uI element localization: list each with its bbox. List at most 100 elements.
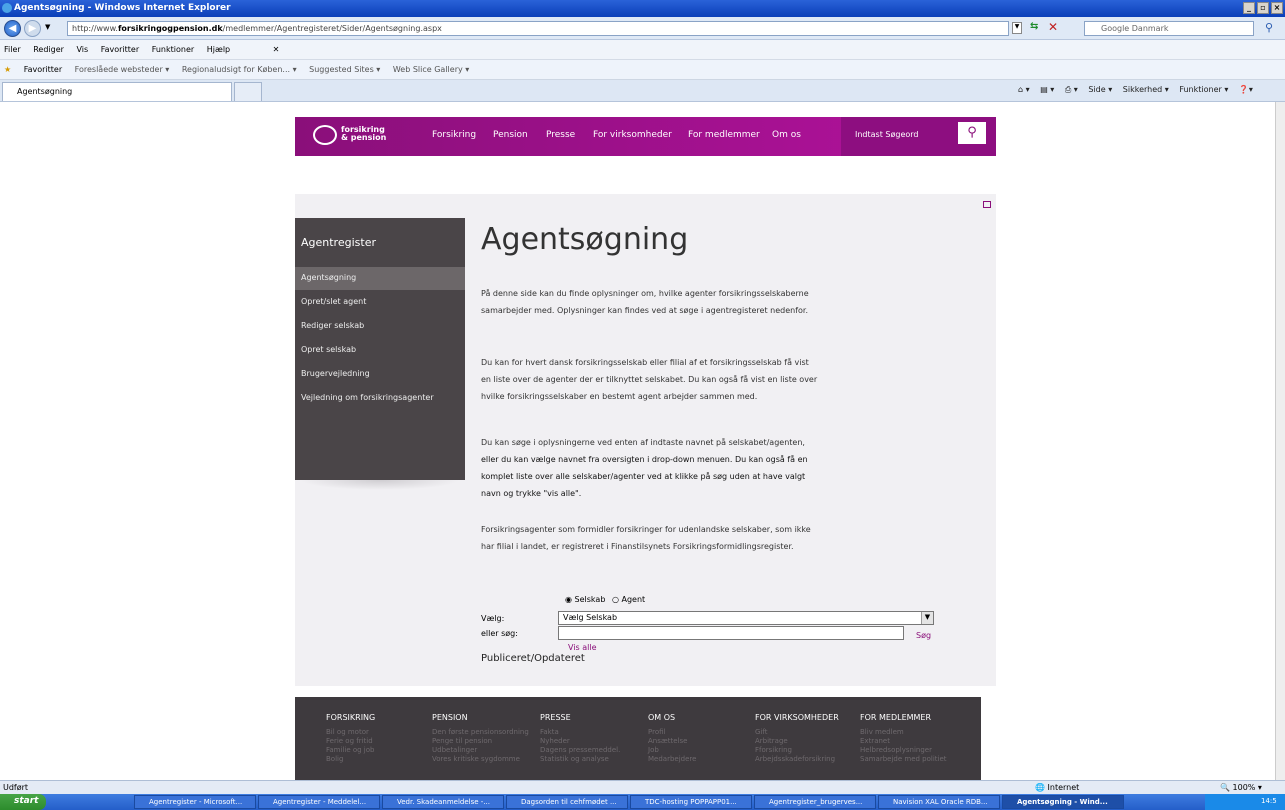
- menu-item-vis[interactable]: Vis: [77, 45, 89, 54]
- intro-paragraph: På denne side kan du finde oplysninger o…: [481, 289, 809, 315]
- tab-bar: Agentsøgning ⌂ ▾ ▤ ▾ ⎙ ▾ Side ▾ Sikkerhe…: [0, 80, 1285, 102]
- menu-item-favoritter[interactable]: Favoritter: [101, 45, 139, 54]
- sidebar-item-brugervejledning[interactable]: Brugervejledning: [295, 363, 465, 386]
- nav-forsikring[interactable]: Forsikring: [432, 130, 476, 140]
- window-title: Agentsøgning - Windows Internet Explorer: [14, 3, 231, 13]
- published-label: Publiceret/Opdateret: [481, 653, 585, 664]
- search-field[interactable]: [558, 626, 904, 640]
- site-search-input[interactable]: Indtast Søgeord: [855, 130, 919, 139]
- site-search: Indtast Søgeord ⚲: [841, 117, 996, 156]
- zone-indicator[interactable]: 🌐 Internet: [1035, 783, 1079, 792]
- ie-icon: [2, 3, 12, 13]
- menu-item-funktioner[interactable]: Funktioner: [152, 45, 194, 54]
- maximize-button[interactable]: ▫: [1257, 2, 1269, 14]
- footer-col-presse: PRESSE Fakta Nyheder Dagens pressemeddel…: [540, 713, 621, 763]
- taskbar-item-6[interactable]: Navision XAL Oracle RDB...: [878, 795, 1000, 809]
- menu-item-filer[interactable]: Filer: [4, 45, 21, 54]
- radio-selskab[interactable]: ◉ Selskab: [565, 595, 605, 604]
- page-menu[interactable]: Side ▾: [1088, 85, 1112, 94]
- fav-item-0[interactable]: Foreslåede websteder ▾: [75, 65, 170, 74]
- sidebar-item-vejledning[interactable]: Vejledning om forsikringsagenter: [295, 387, 465, 410]
- close-toolbar-icon[interactable]: ✕: [273, 45, 280, 54]
- sidebar-item-agentsoegning[interactable]: Agentsøgning: [295, 267, 465, 290]
- fav-item-1[interactable]: Regionaludsigt for Køben... ▾: [182, 65, 297, 74]
- show-all-link[interactable]: Vis alle: [568, 643, 597, 652]
- address-toolbar: ◀ ▶ ▼ http://www.forsikringogpension.dk/…: [0, 17, 1285, 40]
- menu-item-rediger[interactable]: Rediger: [33, 45, 64, 54]
- nav-for-virksomheder[interactable]: For virksomheder: [593, 130, 672, 140]
- sidebar-shadow: [300, 480, 460, 490]
- chevron-down-icon[interactable]: ▼: [921, 612, 933, 624]
- taskbar-item-active[interactable]: Agentsøgning - Wind...: [1002, 795, 1124, 809]
- menu-bar: Filer Rediger Vis Favoritter Funktioner …: [0, 40, 1285, 60]
- feeds-icon[interactable]: ▤ ▾: [1040, 85, 1054, 94]
- tab-agentsoegning[interactable]: Agentsøgning: [2, 82, 232, 101]
- search-help-paragraph: Du kan søge i oplysningerne ved enten af…: [481, 438, 808, 498]
- window-titlebar: Agentsøgning - Windows Internet Explorer…: [0, 0, 1285, 17]
- help-icon[interactable]: ❓▾: [1239, 85, 1253, 94]
- vertical-scrollbar[interactable]: [1275, 102, 1285, 780]
- site-search-button[interactable]: ⚲: [958, 122, 986, 144]
- taskbar: start Agentregister - Microsoft... Agent…: [0, 794, 1285, 810]
- fav-item-2[interactable]: Suggested Sites ▾: [309, 65, 380, 74]
- foreign-agents-paragraph: Forsikringsagenter som formidler forsikr…: [481, 525, 811, 551]
- taskbar-item-0[interactable]: Agentregister - Microsoft...: [134, 795, 256, 809]
- fav-item-3[interactable]: Web Slice Gallery ▾: [393, 65, 469, 74]
- web-search-input[interactable]: Google Danmark: [1084, 21, 1254, 36]
- label-soeg: eller søg:: [481, 629, 518, 638]
- history-dropdown-icon[interactable]: ▼: [45, 23, 50, 31]
- selskab-select[interactable]: Vælg Selskab ▼: [558, 611, 934, 625]
- taskbar-item-1[interactable]: Agentregister - Meddelel...: [258, 795, 380, 809]
- sidebar-item-opret-slet-agent[interactable]: Opret/slet agent: [295, 291, 465, 314]
- logo-circle-icon: [313, 125, 337, 145]
- address-dropdown-icon[interactable]: ▼: [1012, 22, 1022, 34]
- radio-agent[interactable]: ○ Agent: [612, 595, 645, 604]
- clock: 14:5: [1261, 797, 1277, 805]
- taskbar-item-2[interactable]: Vedr. Skadeanmeldelse -...: [382, 795, 504, 809]
- close-button[interactable]: ×: [1271, 2, 1283, 14]
- page-title: Agentsøgning: [481, 222, 689, 257]
- home-icon[interactable]: ⌂ ▾: [1018, 85, 1030, 94]
- taskbar-item-4[interactable]: TDC-hosting POPPAPP01...: [630, 795, 752, 809]
- favorites-button[interactable]: Favoritter: [24, 65, 62, 74]
- minimize-button[interactable]: _: [1243, 2, 1255, 14]
- sidebar-heading: Agentregister: [301, 236, 376, 249]
- forward-button[interactable]: ▶: [24, 20, 41, 37]
- footer-col-forsikring: FORSIKRING Bil og motor Ferie og fritid …: [326, 713, 376, 763]
- taskbar-item-3[interactable]: Dagsorden til cehfmødet ...: [506, 795, 628, 809]
- sidebar: Agentregister Agentsøgning Opret/slet ag…: [295, 218, 465, 480]
- site-footer: FORSIKRING Bil og motor Ferie og fritid …: [295, 697, 981, 780]
- search-icon[interactable]: ⚲: [1265, 21, 1273, 34]
- command-bar: ⌂ ▾ ▤ ▾ ⎙ ▾ Side ▾ Sikkerhed ▾ Funktione…: [1010, 85, 1253, 95]
- sidebar-item-rediger-selskab[interactable]: Rediger selskab: [295, 315, 465, 338]
- safety-menu[interactable]: Sikkerhed ▾: [1123, 85, 1169, 94]
- footer-col-pension: PENSION Den første pensionsordning Penge…: [432, 713, 529, 763]
- site-logo[interactable]: forsikring & pension: [313, 123, 393, 149]
- new-tab-button[interactable]: [234, 82, 262, 101]
- nav-pension[interactable]: Pension: [493, 130, 528, 140]
- status-bar: Udført 🌐 Internet 🔍 100% ▾: [0, 780, 1285, 794]
- radio-group: ◉ Selskab ○ Agent: [565, 595, 645, 604]
- stop-icon[interactable]: ✕: [1048, 20, 1058, 34]
- print-icon[interactable]: ⎙ ▾: [1065, 85, 1078, 94]
- taskbar-item-5[interactable]: Agentregister_brugerves...: [754, 795, 876, 809]
- zoom-control[interactable]: 🔍 100% ▾: [1220, 783, 1262, 792]
- back-button[interactable]: ◀: [4, 20, 21, 37]
- address-input[interactable]: http://www.forsikringogpension.dk/medlem…: [67, 21, 1009, 36]
- site-header: forsikring & pension Forsikring Pension P…: [295, 117, 996, 156]
- refresh-icon[interactable]: ⇆: [1030, 21, 1038, 32]
- system-tray: 14:5: [1205, 794, 1285, 810]
- nav-for-medlemmer[interactable]: For medlemmer: [688, 130, 760, 140]
- start-button[interactable]: start: [0, 794, 46, 810]
- footer-col-for-medlemmer: FOR MEDLEMMER Bliv medlem Extranet Helbr…: [860, 713, 947, 763]
- label-vaelg: Vælg:: [481, 614, 505, 623]
- tools-menu[interactable]: Funktioner ▾: [1179, 85, 1228, 94]
- search-button[interactable]: Søg: [916, 631, 931, 640]
- menu-item-hjaelp[interactable]: Hjælp: [207, 45, 230, 54]
- print-page-icon[interactable]: [983, 201, 991, 208]
- footer-col-om-os: OM OS Profil Ansættelse Job Medarbejdere: [648, 713, 697, 763]
- sidebar-item-opret-selskab[interactable]: Opret selskab: [295, 339, 465, 362]
- nav-om-os[interactable]: Om os: [772, 130, 801, 140]
- nav-presse[interactable]: Presse: [546, 130, 575, 140]
- footer-col-for-virksomheder: FOR VIRKSOMHEDER Gift Arbitrage Fforsikr…: [755, 713, 839, 763]
